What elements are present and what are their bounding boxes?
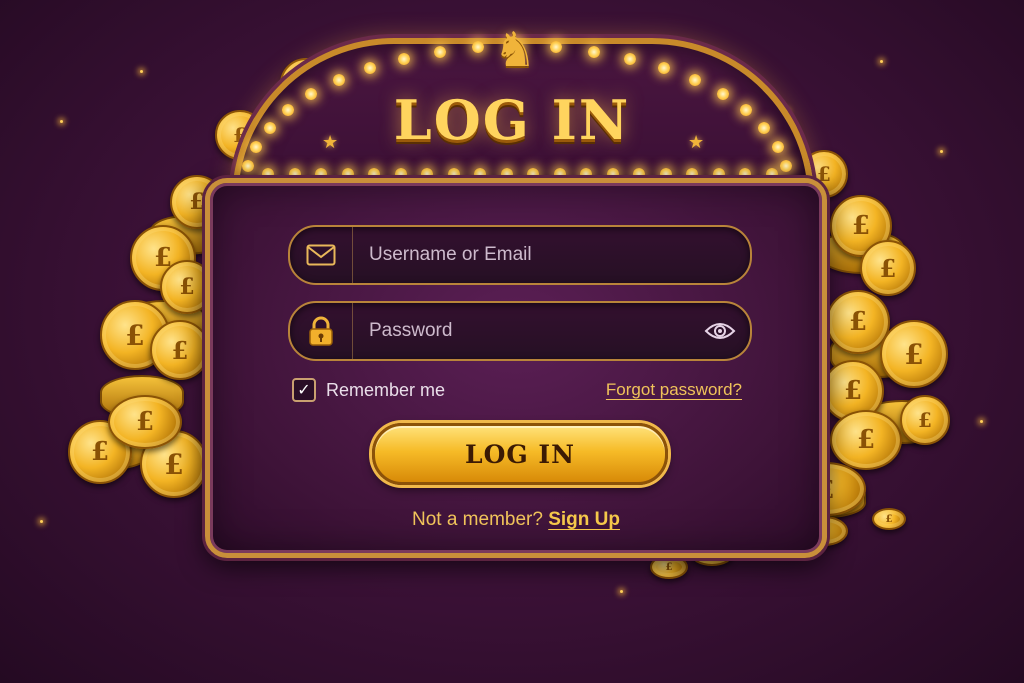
pound-coin-icon: £ [650, 555, 688, 579]
pound-coin-icon: £ [108, 395, 182, 449]
password-input[interactable] [353, 319, 690, 343]
horse-head-icon: ♞ [493, 24, 537, 77]
marquee-bulb [623, 52, 636, 65]
sparkle [880, 60, 883, 63]
signup-link[interactable]: Sign Up [548, 509, 620, 530]
signup-line: Not a member? Sign Up [210, 509, 822, 531]
marquee-bulb [434, 45, 447, 58]
pound-coin-icon: £ [860, 240, 916, 296]
login-button[interactable]: LOG IN [372, 423, 668, 485]
sparkle [140, 70, 143, 73]
password-field [288, 301, 752, 361]
marquee-bulb [587, 45, 600, 58]
username-field [288, 225, 752, 285]
marquee-bulb [398, 52, 410, 65]
sparkle [40, 520, 43, 523]
pound-coin-icon: £ [872, 508, 906, 530]
sparkle [980, 420, 983, 423]
login-panel: ✓ Remember me Forgot password? LOG IN No… [205, 178, 827, 558]
mail-icon [290, 227, 353, 283]
username-input[interactable] [353, 243, 750, 267]
page-title: LOG IN [393, 88, 631, 152]
signup-prompt: Not a member? [411, 509, 543, 530]
remember-label: Remember me [326, 379, 446, 400]
sparkle [620, 590, 623, 593]
remember-checkbox[interactable]: ✓ [292, 378, 316, 402]
forgot-password-link[interactable]: Forgot password? [606, 380, 742, 400]
remember-me[interactable]: ✓ Remember me [292, 378, 445, 402]
pound-coin-icon: £ [880, 320, 948, 388]
checkmark-icon: ✓ [297, 382, 311, 399]
lock-icon [290, 303, 353, 359]
pound-coin-icon: £ [830, 410, 902, 470]
marquee-bulb [241, 160, 254, 173]
marquee-bulb [332, 74, 345, 87]
pound-coin-icon: £ [150, 320, 210, 380]
options-row: ✓ Remember me Forgot password? [292, 378, 742, 402]
eye-icon[interactable] [690, 303, 750, 359]
pound-coin-icon: £ [900, 395, 950, 445]
